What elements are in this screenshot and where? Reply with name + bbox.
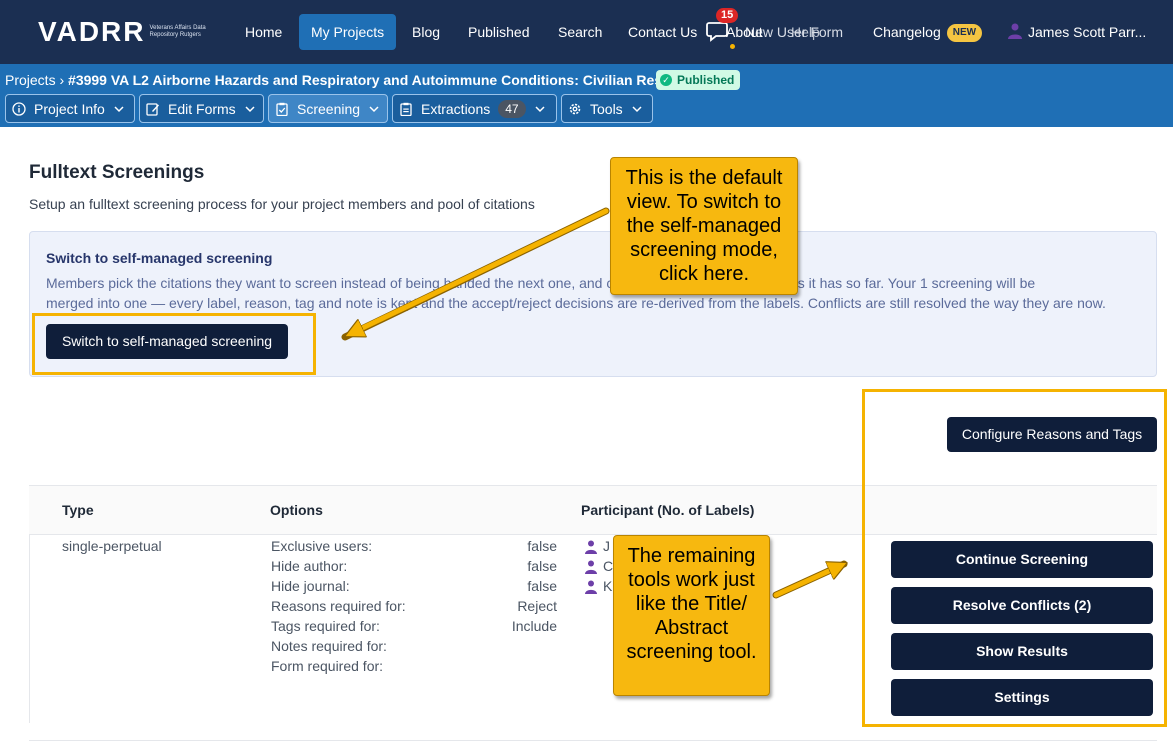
arrow-to-tools-fill <box>773 565 842 598</box>
callout-arrows <box>341 207 1173 599</box>
arrow-to-switch-button-fill <box>350 208 609 334</box>
tutorial-callout-default-view: This is the default view. To switch to t… <box>610 157 798 295</box>
tutorial-callout-remaining-tools: The remaining tools work just like the T… <box>613 535 770 696</box>
